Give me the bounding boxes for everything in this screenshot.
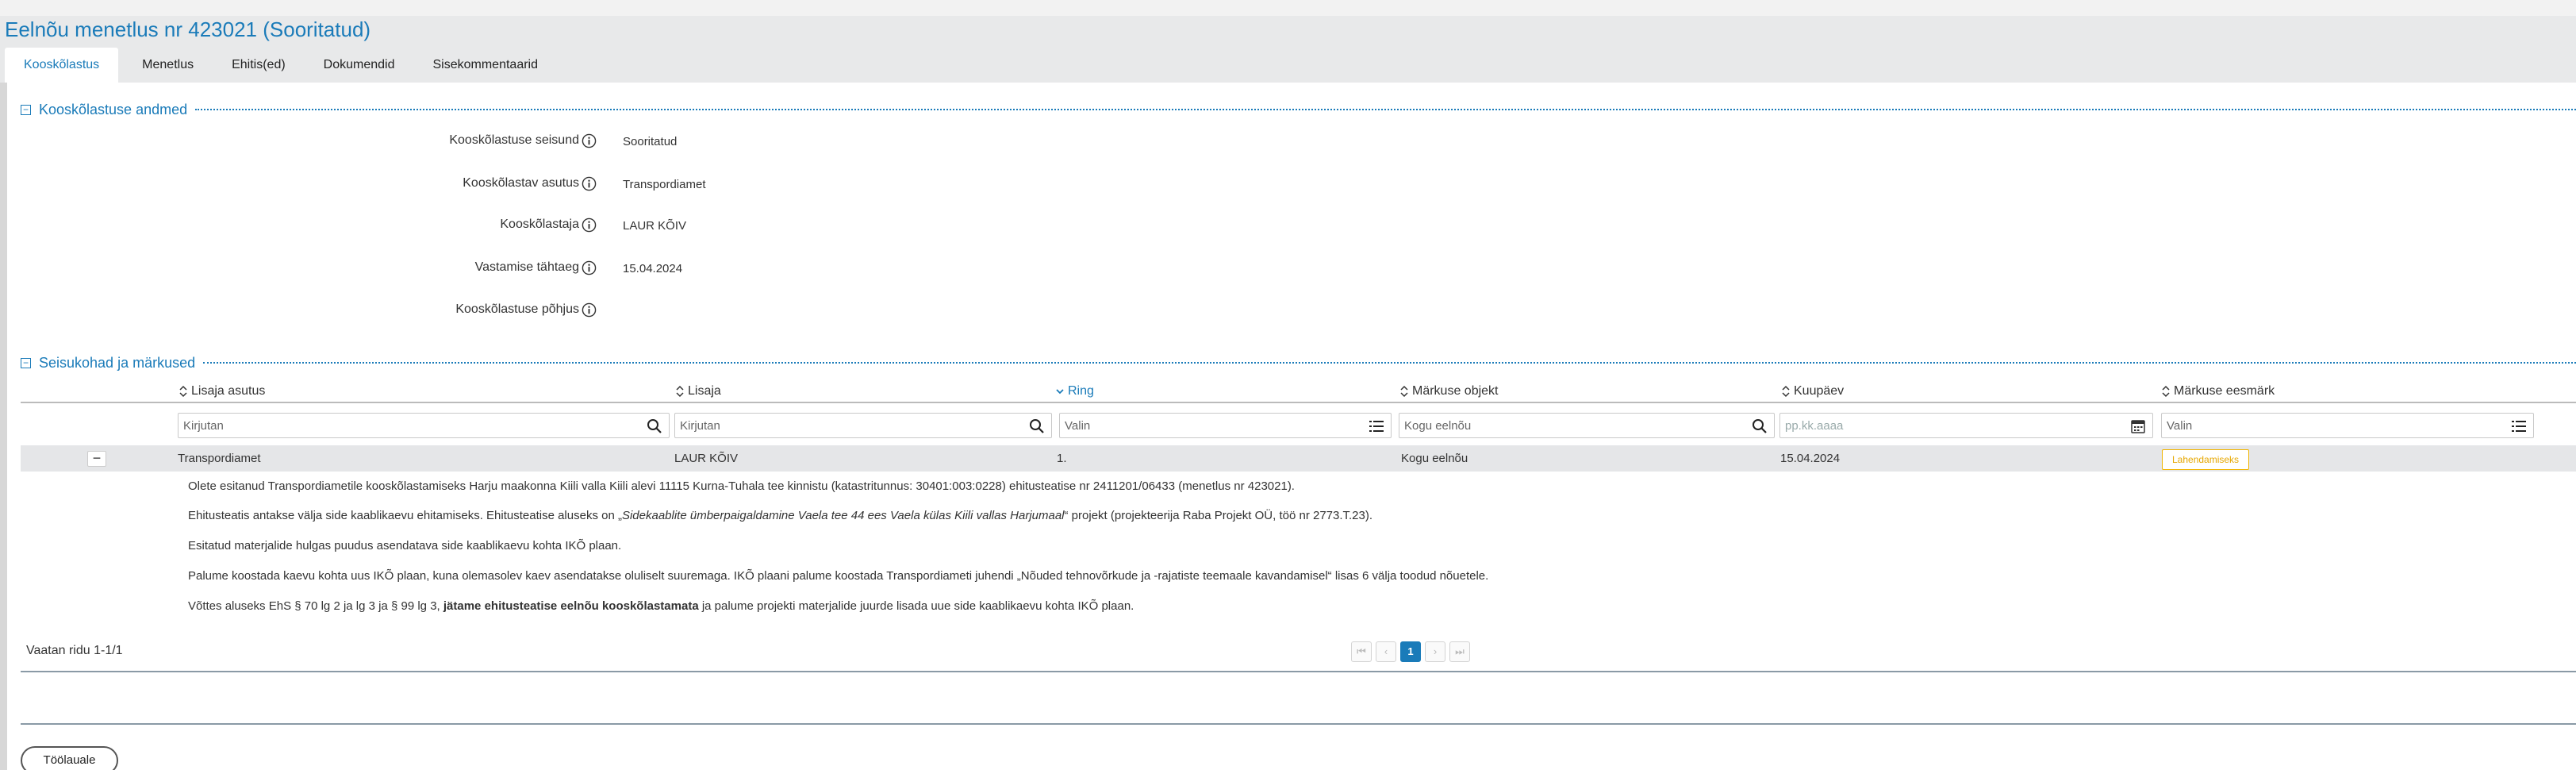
sort-icon — [676, 385, 684, 398]
filter-markuse-objekt — [1399, 413, 1775, 438]
sort-icon — [1782, 385, 1790, 398]
list-icon[interactable] — [2511, 418, 2527, 434]
field-row-tahtaeg: Vastamise tähtaeg 15.04.2024 — [0, 256, 952, 279]
field-value: Sooritatud — [623, 135, 678, 148]
info-icon[interactable] — [582, 133, 597, 148]
column-header-markuse-eesmark[interactable]: Märkuse eesmärk — [2161, 381, 2275, 402]
section-divider — [203, 362, 2576, 364]
page-header: Eelnõu menetlus nr 423021 (Sooritatud) K… — [0, 16, 2576, 83]
cell-lisaja-asutus: Transpordiamet — [178, 452, 261, 465]
column-header-label: Märkuse objekt — [1412, 384, 1499, 398]
column-header-lisaja-asutus[interactable]: Lisaja asutus — [179, 381, 265, 402]
comment-paragraph: Palume koostada kaevu kohta uus IKÕ plaa… — [188, 569, 1489, 583]
field-label: Kooskõlastuse põhjus — [455, 302, 579, 316]
collapse-row-button[interactable]: − — [87, 451, 106, 467]
divider — [21, 671, 2576, 672]
tab-sisekommentaarid[interactable]: Sisekommentaarid — [414, 48, 558, 83]
filter-input[interactable] — [680, 417, 1021, 434]
list-icon[interactable] — [1369, 418, 1384, 434]
column-header-label: Ring — [1068, 384, 1094, 398]
tab-menetlus[interactable]: Menetlus — [123, 48, 213, 83]
filter-lisaja — [674, 413, 1052, 438]
browser-top-strip — [0, 0, 2576, 16]
header-underline — [21, 402, 2576, 403]
column-header-lisaja[interactable]: Lisaja — [675, 381, 721, 402]
first-page-button[interactable]: ⏮ — [1351, 641, 1372, 662]
sort-icon — [1400, 385, 1408, 398]
next-page-button[interactable]: › — [1425, 641, 1445, 662]
info-icon[interactable] — [582, 176, 597, 191]
search-icon[interactable] — [1752, 418, 1768, 434]
filter-ring — [1059, 413, 1392, 438]
filter-select[interactable] — [1065, 417, 1361, 434]
divider — [21, 723, 2576, 725]
table-row[interactable]: − Transpordiamet LAUR KÕIV 1. Kogu eelnõ… — [21, 445, 2576, 472]
sort-icon — [179, 385, 187, 398]
column-header-ring[interactable]: Ring — [1055, 381, 1094, 402]
sort-icon — [2162, 385, 2170, 398]
column-header-label: Kuupäev — [1794, 384, 1845, 398]
page-1-button[interactable]: 1 — [1400, 641, 1421, 662]
collapse-section-button[interactable]: − — [21, 104, 31, 115]
section-divider — [195, 109, 2576, 110]
search-icon[interactable] — [1029, 418, 1045, 434]
field-value: 15.04.2024 — [623, 262, 683, 275]
cell-kuupaev: 15.04.2024 — [1780, 452, 1841, 465]
field-row-pohjus: Kooskõlastuse põhjus — [0, 298, 952, 321]
toolaua-button[interactable]: Töölauale — [21, 746, 118, 770]
tab-kooskolastus[interactable]: Kooskõlastus — [5, 48, 119, 83]
comment-paragraph: Olete esitanud Transpordiametile kooskõl… — [188, 479, 1295, 493]
info-icon[interactable] — [582, 302, 597, 318]
prev-page-button[interactable]: ‹ — [1376, 641, 1396, 662]
section-title: Kooskõlastuse andmed — [39, 101, 188, 117]
column-header-label: Lisaja — [688, 384, 721, 398]
filter-lisaja-asutus — [178, 413, 670, 438]
filter-input[interactable] — [1404, 417, 1744, 434]
column-header-label: Lisaja asutus — [191, 384, 266, 398]
field-row-asutus: Kooskõlastav asutus Transpordiamet — [0, 171, 952, 195]
search-icon[interactable] — [647, 418, 662, 434]
cell-lisaja: LAUR KÕIV — [674, 452, 739, 465]
tab-dokumendid[interactable]: Dokumendid — [305, 48, 414, 83]
section-title: Seisukohad ja märkused — [39, 354, 196, 371]
date-input[interactable] — [1785, 417, 2122, 434]
info-icon[interactable] — [582, 260, 597, 275]
sort-desc-icon — [1056, 389, 1064, 395]
last-page-button[interactable]: ⏭ — [1449, 641, 1470, 662]
comment-paragraph: Esitatud materjalide hulgas puudus asend… — [188, 539, 622, 552]
field-label: Kooskõlastuse seisund — [449, 133, 579, 147]
field-label: Kooskõlastaja — [500, 218, 579, 231]
section-kooskolastuse-andmed-header: − Kooskõlastuse andmed — [21, 100, 2576, 119]
pagination: ⏮ ‹ 1 › ⏭ — [1351, 641, 1474, 662]
field-label: Vastamise tähtaeg — [474, 260, 579, 274]
collapse-section-button[interactable]: − — [21, 357, 31, 368]
filter-markuse-eesmark — [2161, 413, 2534, 438]
page-title: Eelnõu menetlus nr 423021 (Sooritatud) — [5, 17, 371, 41]
field-row-seisund: Kooskõlastuse seisund Sooritatud — [0, 129, 952, 152]
tab-ehitised[interactable]: Ehitis(ed) — [213, 48, 305, 83]
tab-bar: Kooskõlastus Menetlus Ehitis(ed) Dokumen… — [5, 48, 557, 83]
info-icon[interactable] — [582, 218, 597, 233]
field-row-kooskolastaja: Kooskõlastaja LAUR KÕIV — [0, 213, 952, 237]
comment-paragraph: Ehitusteatis antakse välja side kaablika… — [188, 509, 1373, 522]
calendar-icon[interactable] — [2130, 418, 2146, 434]
field-label: Kooskõlastav asutus — [463, 176, 579, 190]
status-badge: Lahendamiseks — [2162, 449, 2250, 470]
cell-ring: 1. — [1057, 452, 1067, 465]
comment-paragraph: Võttes aluseks EhS § 70 lg 2 ja lg 3 ja … — [188, 599, 1134, 613]
field-value: Transpordiamet — [623, 178, 706, 191]
section-seisukohad-header: − Seisukohad ja märkused — [21, 353, 2576, 372]
filter-kuupaev — [1779, 413, 2153, 438]
cell-markuse-objekt: Kogu eelnõu — [1401, 452, 1468, 465]
column-header-label: Märkuse eesmärk — [2174, 384, 2275, 398]
column-header-kuupaev[interactable]: Kuupäev — [1781, 381, 1844, 402]
filter-select[interactable] — [2167, 417, 2503, 434]
field-value: LAUR KÕIV — [623, 219, 687, 233]
rows-info: Vaatan ridu 1-1/1 — [26, 644, 123, 657]
filter-input[interactable] — [183, 417, 639, 434]
column-header-markuse-objekt[interactable]: Märkuse objekt — [1399, 381, 1499, 402]
